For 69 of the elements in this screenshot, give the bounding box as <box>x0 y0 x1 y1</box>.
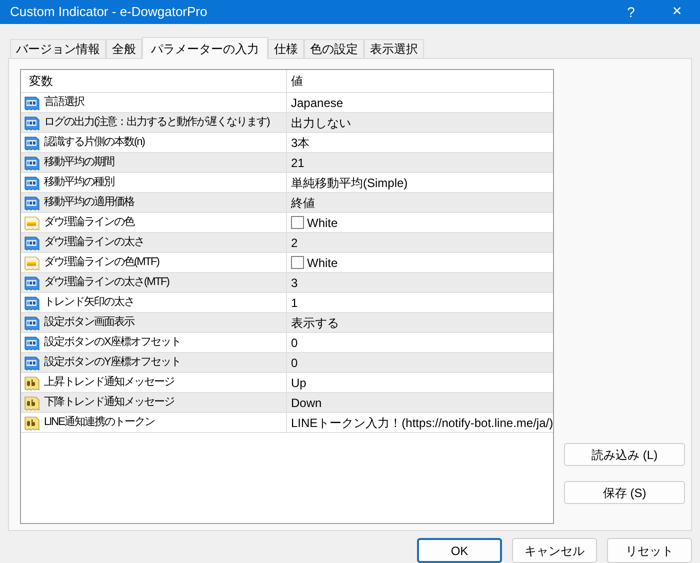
window-title: Custom Indicator - e-DowgatorPro <box>10 3 208 22</box>
dialog-button[interactable]: OK <box>417 538 502 563</box>
tab[interactable]: 色の設定 <box>304 39 364 58</box>
text-type-icon <box>24 414 40 430</box>
dialog-button[interactable]: キャンセル <box>512 538 597 563</box>
parameter-name: 言語選択 <box>44 94 84 110</box>
parameter-name: ダウ理論ラインの色(MTF) <box>44 255 159 270</box>
number-type-icon <box>24 154 40 170</box>
parameter-value[interactable]: 0 <box>291 334 298 352</box>
number-type-icon <box>24 114 40 130</box>
parameter-value[interactable]: 3 <box>291 274 298 292</box>
parameter-value[interactable]: 1 <box>291 294 298 312</box>
parameter-name: 移動平均の適用価格 <box>44 194 134 210</box>
tab[interactable]: 仕様 <box>268 39 304 58</box>
parameter-name: トレンド矢印の太さ <box>44 295 134 310</box>
text-type-icon <box>24 394 40 410</box>
parameter-name: LINE通知連携のトークン <box>44 414 154 430</box>
number-type-icon <box>24 334 40 350</box>
side-button[interactable]: 読み込み (L) <box>564 443 686 466</box>
parameter-name: ダウ理論ラインの色 <box>44 215 134 230</box>
number-type-icon <box>24 134 40 150</box>
parameter-value[interactable]: Down <box>291 394 322 412</box>
parameter-value[interactable]: 終値 <box>291 194 315 212</box>
number-type-icon <box>24 194 40 210</box>
color-type-icon <box>24 214 40 230</box>
parameter-name: ダウ理論ラインの太さ(MTF) <box>44 275 169 290</box>
column-header[interactable]: 変数 <box>21 70 287 92</box>
parameter-value[interactable]: Japanese <box>291 94 344 112</box>
side-button[interactable]: 保存 (S) <box>564 481 686 504</box>
help-button[interactable]: ? <box>608 2 654 22</box>
parameter-name: 設定ボタン画面表示 <box>44 314 134 330</box>
number-type-icon <box>24 294 40 310</box>
number-type-icon <box>24 314 40 330</box>
number-type-icon <box>24 354 40 370</box>
parameter-value[interactable]: White <box>307 214 338 232</box>
tab[interactable]: パラメーターの入力 <box>142 37 268 59</box>
number-type-icon <box>24 174 40 190</box>
dialog-button[interactable]: リセット <box>607 538 692 563</box>
parameter-name: 設定ボタンのY座標オフセット <box>44 354 180 370</box>
number-type-icon <box>24 94 40 110</box>
parameter-name: 移動平均の期間 <box>44 155 114 170</box>
parameter-value[interactable]: 2 <box>291 234 298 252</box>
parameter-name: 下降トレンド通知メッセージ <box>44 394 174 410</box>
color-type-icon <box>24 254 40 270</box>
number-type-icon <box>24 234 40 250</box>
color-swatch[interactable] <box>291 216 304 229</box>
parameter-value[interactable]: LINEトークン入力！(https://notify-bot.line.me/ja/) <box>291 414 554 432</box>
parameter-value[interactable]: Up <box>291 374 306 392</box>
parameter-value[interactable]: White <box>307 254 338 272</box>
parameter-name: ダウ理論ラインの太さ <box>44 235 144 250</box>
tab[interactable]: 全般 <box>106 39 142 58</box>
parameter-name: 上昇トレンド通知メッセージ <box>44 374 174 390</box>
parameter-value[interactable]: 3本 <box>291 134 310 152</box>
number-type-icon <box>24 274 40 290</box>
parameter-value[interactable]: 出力しない <box>291 114 351 132</box>
color-swatch[interactable] <box>291 256 304 269</box>
parameter-name: 認識する片側の本数(n) <box>44 134 144 150</box>
parameter-name: 移動平均の種別 <box>44 175 114 190</box>
parameter-name: ログの出力(注意：出力すると動作が遅くなります) <box>44 114 270 130</box>
parameter-value[interactable]: 表示する <box>291 314 339 332</box>
tab[interactable]: バージョン情報 <box>10 39 106 58</box>
parameter-name: 設定ボタンのX座標オフセット <box>44 334 180 350</box>
parameter-value[interactable]: 単純移動平均(Simple) <box>291 174 408 192</box>
text-type-icon <box>24 374 40 390</box>
parameter-value[interactable]: 21 <box>291 154 304 172</box>
column-header[interactable]: 値 <box>287 70 554 92</box>
close-button[interactable]: × <box>654 0 700 24</box>
parameter-value[interactable]: 0 <box>291 354 298 372</box>
tab[interactable]: 表示選択 <box>364 39 424 58</box>
